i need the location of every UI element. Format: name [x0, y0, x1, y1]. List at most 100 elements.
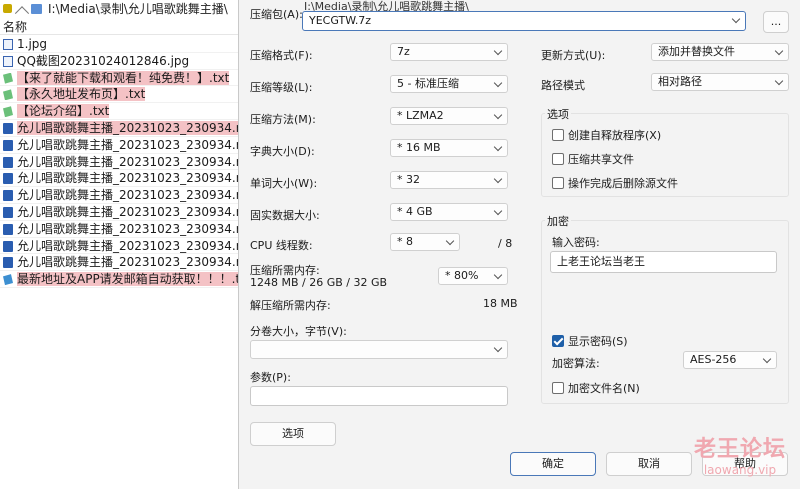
file-list-item[interactable]: 允儿唱歌跳舞主播_20231023_230934.mp4_: [0, 238, 240, 255]
password-label: 输入密码:: [552, 236, 600, 249]
watermark-title: 老王论坛: [693, 437, 786, 462]
show-password-checkbox[interactable]: 显示密码(S): [552, 333, 628, 349]
format-value: 7z: [397, 45, 410, 58]
video-file-icon: [3, 139, 13, 151]
file-list-item[interactable]: 【永久地址发布页】.txt: [0, 86, 240, 104]
file-list-item[interactable]: 允儿唱歌跳舞主播_20231023_230934.mp4_: [0, 204, 240, 221]
split-select[interactable]: [250, 340, 508, 359]
options-group-title: 选项: [545, 106, 571, 122]
watermark: 老王论坛 laowang.vip: [694, 431, 786, 477]
file-list-item[interactable]: QQ截图20231024012846.jpg: [0, 53, 240, 70]
dict-value: * 16 MB: [397, 141, 441, 154]
file-list-item[interactable]: 1.jpg: [0, 36, 240, 53]
encrypt-names-label: 加密文件名(N): [568, 382, 640, 395]
level-value: 5 - 标准压缩: [397, 77, 459, 90]
file-name: 允儿唱歌跳舞主播_20231023_230934.mp4_: [17, 154, 240, 169]
threads-value: * 8: [397, 235, 413, 248]
video-file-icon: [3, 206, 13, 218]
video-file-icon: [3, 240, 13, 252]
options-button[interactable]: 选项: [250, 422, 336, 446]
chevron-down-icon: [493, 78, 503, 88]
column-header-name[interactable]: 名称: [0, 18, 240, 35]
checkbox-box: [552, 153, 564, 165]
show-password-label: 显示密码(S): [568, 335, 628, 348]
mem-select[interactable]: * 80%: [438, 267, 508, 285]
file-list-item[interactable]: 允儿唱歌跳舞主播_20231023_230934.mp4: [0, 120, 240, 137]
params-input[interactable]: [250, 386, 508, 406]
update-value: 添加并替换文件: [658, 45, 735, 58]
encryption-group-title: 加密: [545, 213, 571, 229]
file-list-item[interactable]: 允儿唱歌跳舞主播_20231023_230934.mp4_: [0, 137, 240, 154]
checkbox-box: [552, 129, 564, 141]
chevron-down-icon: [774, 76, 784, 86]
video-file-icon: [3, 223, 13, 235]
update-select[interactable]: 添加并替换文件: [651, 43, 789, 61]
delete-after-checkbox[interactable]: 操作完成后删除源文件: [552, 175, 678, 191]
video-file-icon: [3, 156, 13, 168]
create-sfx-checkbox[interactable]: 创建自释放程序(X): [552, 127, 661, 143]
archive-label: 压缩包(A):: [250, 8, 303, 21]
threads-select[interactable]: * 8: [390, 233, 460, 251]
archive-name-input[interactable]: YECGTW.7z: [302, 11, 746, 31]
shared-files-checkbox[interactable]: 压缩共享文件: [552, 151, 634, 167]
format-label: 压缩格式(F):: [250, 49, 313, 62]
decomp-label: 解压缩所需内存:: [250, 299, 331, 312]
file-name: 允儿唱歌跳舞主播_20231023_230934.mp4: [17, 120, 240, 135]
add-to-archive-dialog: 压缩包(A): I:\Media\录制\允儿唱歌跳舞主播\ YECGTW.7z …: [238, 0, 800, 489]
checkbox-box: [552, 382, 564, 394]
video-file-icon: [3, 257, 13, 269]
browse-button[interactable]: ...: [763, 11, 789, 33]
file-name: 1.jpg: [17, 37, 48, 51]
chevron-down-icon: [493, 270, 503, 280]
method-select[interactable]: * LZMA2: [390, 107, 508, 125]
method-value: * LZMA2: [397, 109, 444, 122]
chevron-down-icon: [493, 110, 503, 120]
enc-method-label: 加密算法:: [552, 357, 600, 370]
file-list-item[interactable]: 允儿唱歌跳舞主播_20231023_230934.mp4_: [0, 187, 240, 204]
file-list-item[interactable]: 允儿唱歌跳舞主播_20231023_230934.mp4_: [0, 154, 240, 171]
pathmode-select[interactable]: 相对路径: [651, 73, 789, 91]
file-list-item[interactable]: 允儿唱歌跳舞主播_20231023_230934.mp4_: [0, 170, 240, 188]
text-file-icon: [3, 72, 13, 84]
mem-detail: 1248 MB / 26 GB / 32 GB: [250, 276, 388, 289]
mem-value: * 80%: [445, 269, 479, 282]
encrypt-names-checkbox[interactable]: 加密文件名(N): [552, 380, 640, 396]
chevron-down-icon: [445, 236, 455, 246]
word-select[interactable]: * 32: [390, 171, 508, 189]
file-name: 允儿唱歌跳舞主播_20231023_230934.mp4_: [17, 171, 240, 186]
file-list-item[interactable]: 允儿唱歌跳舞主播_20231023_230934.mp4_: [0, 221, 240, 238]
file-list-item[interactable]: 允儿唱歌跳舞主播_20231023_230934.mp4_: [0, 254, 240, 272]
level-select[interactable]: 5 - 标准压缩: [390, 75, 508, 93]
word-label: 单词大小(W):: [250, 177, 318, 190]
file-list-item[interactable]: 【论坛介绍】.txt: [0, 103, 240, 120]
folder-icon: [31, 3, 42, 14]
file-name: 最新地址及APP请发邮箱自动获取！！！.txt: [17, 272, 240, 287]
split-label: 分卷大小，字节(V):: [250, 325, 347, 338]
format-select[interactable]: 7z: [390, 43, 508, 61]
file-name: 允儿唱歌跳舞主播_20231023_230934.mp4_: [17, 188, 240, 203]
file-list-item[interactable]: 最新地址及APP请发邮箱自动获取！！！.txt: [0, 271, 240, 288]
enc-method-select[interactable]: AES-256: [683, 351, 777, 369]
video-file-icon: [3, 173, 13, 185]
chevron-down-icon: [493, 174, 503, 184]
cancel-button[interactable]: 取消: [606, 452, 692, 476]
decomp-value: 18 MB: [483, 297, 518, 310]
delete-after-label: 操作完成后删除源文件: [568, 177, 678, 190]
watermark-url: laowang.vip: [703, 463, 777, 477]
chevron-down-icon: [493, 343, 503, 353]
file-name: 【永久地址发布页】.txt: [17, 87, 146, 102]
video-file-icon: [3, 122, 13, 134]
file-list-item[interactable]: 【来了就能下载和观看！纯免费！】.txt: [0, 70, 240, 87]
solid-select[interactable]: * 4 GB: [390, 203, 508, 221]
chevron-down-icon[interactable]: [731, 14, 741, 24]
threads-total: / 8: [498, 237, 513, 250]
image-file-icon: [3, 55, 13, 67]
pin-icon[interactable]: [3, 4, 12, 13]
dict-label: 字典大小(D):: [250, 145, 315, 158]
file-name: 【来了就能下载和观看！纯免费！】.txt: [17, 70, 230, 85]
checkbox-box: [552, 177, 564, 189]
solid-value: * 4 GB: [397, 205, 433, 218]
ok-button[interactable]: 确定: [510, 452, 596, 476]
dict-select[interactable]: * 16 MB: [390, 139, 508, 157]
password-input[interactable]: 上老王论坛当老王: [550, 251, 777, 273]
